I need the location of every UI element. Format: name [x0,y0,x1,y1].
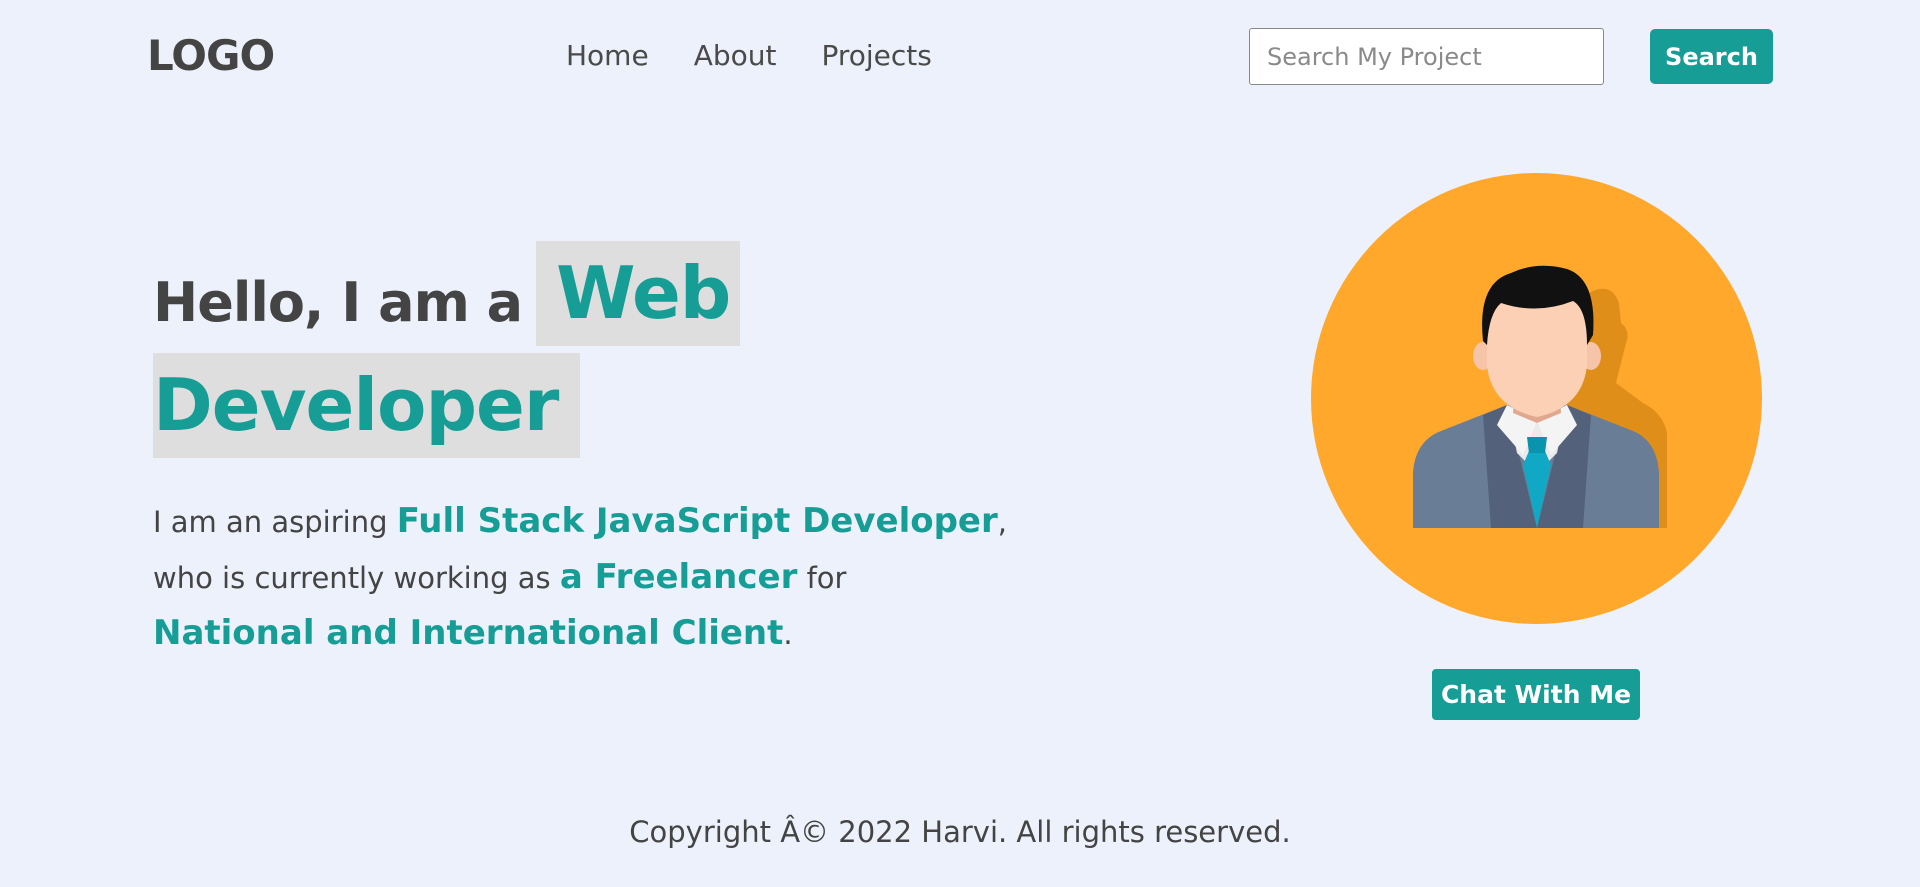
main-nav: Home About Projects [566,36,977,76]
description-line-2: who is currently working as a Freelancer… [153,550,1053,606]
description-line-1: I am an aspiring Full Stack JavaScript D… [153,494,1053,550]
desc-text-1: I am an aspiring [153,505,397,539]
desc-highlight-clients: National and International Client [153,613,784,653]
businessman-avatar-icon [1413,265,1667,528]
desc-text-2: , [997,505,1007,539]
hero-role-highlight-web: Web [536,241,741,346]
logo[interactable]: LOGO [147,30,275,82]
chat-with-me-button[interactable]: Chat With Me [1432,669,1640,720]
header: LOGO Home About Projects Search [0,0,1920,112]
description-line-3: National and International Client. [153,606,1053,662]
desc-highlight-freelancer: a Freelancer [559,557,798,597]
search-input[interactable] [1249,28,1604,85]
search-button[interactable]: Search [1650,29,1773,84]
footer-copyright: Copyright Â© 2022 Harvi. All rights rese… [629,815,1291,849]
nav-home-link[interactable]: Home [566,36,649,76]
hero-intro-text: Hello, I am a [153,271,523,334]
hero-title: Hello, I am a Web Developer [153,240,1053,458]
desc-highlight-fullstack: Full Stack JavaScript Developer [396,501,998,541]
desc-text-4: for [797,561,847,595]
desc-text-5: . [783,617,793,651]
avatar [1311,173,1762,624]
desc-text-3: who is currently working as [153,561,560,595]
hero-title-line-1: Hello, I am a Web [153,240,1053,346]
hero-role-highlight-developer: Developer [153,353,581,458]
hero-description: I am an aspiring Full Stack JavaScript D… [153,494,1053,662]
nav-about-link[interactable]: About [694,36,777,76]
nav-projects-link[interactable]: Projects [821,36,931,76]
hero-title-line-2: Developer [153,353,1053,458]
